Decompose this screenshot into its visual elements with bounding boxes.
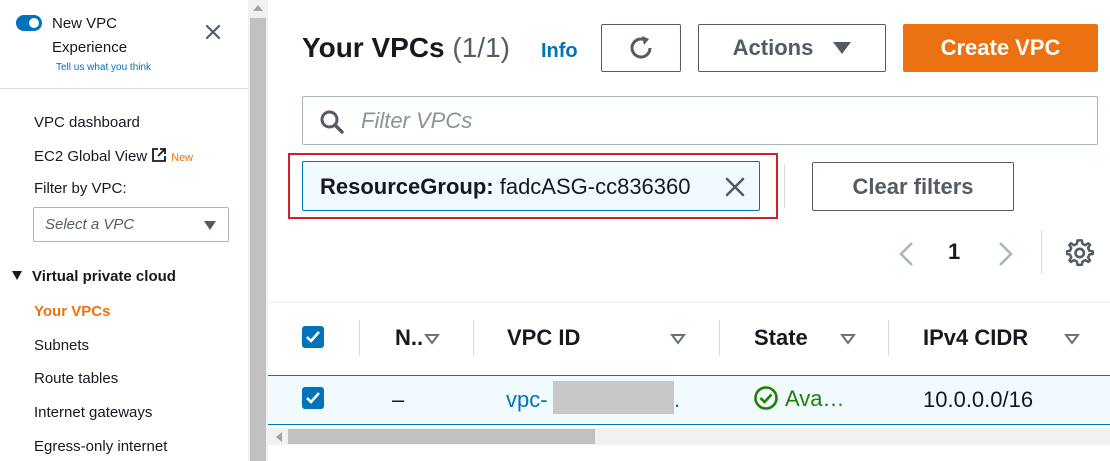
table-horizontal-scrollbar[interactable] (268, 428, 1110, 445)
column-divider (888, 320, 889, 356)
pager-divider (1041, 230, 1042, 274)
actions-label: Actions (732, 35, 814, 60)
remove-filter-icon[interactable] (723, 175, 747, 199)
search-icon (320, 110, 344, 134)
filter-by-vpc-label: Filter by VPC: (34, 180, 127, 197)
filter-token-value: fadcASG-cc836360 (499, 174, 691, 199)
cell-vpc-id-link[interactable]: vpc- (506, 387, 548, 413)
sort-icon[interactable] (424, 333, 440, 345)
cell-vpc-id-suffix: . (674, 387, 681, 412)
search-input[interactable] (361, 107, 1061, 135)
table-top-border (268, 302, 1110, 303)
redacted-vpc-id (553, 381, 674, 414)
clear-filters-button[interactable]: Clear filters (812, 162, 1014, 211)
cell-name: – (392, 387, 405, 412)
filter-search-box[interactable] (302, 96, 1098, 145)
nav-egress-only-internet[interactable]: Egress-only internet (34, 438, 167, 455)
page-title: Your VPCs (1/1) (302, 32, 510, 64)
nav-internet-gateways[interactable]: Internet gateways (34, 404, 152, 421)
section-virtual-private-cloud[interactable]: Virtual private cloud (12, 268, 176, 285)
column-divider (473, 320, 474, 356)
refresh-icon (630, 36, 652, 59)
section-title: Virtual private cloud (32, 268, 176, 285)
nav-ec2-global-view[interactable]: EC2 Global View (34, 148, 147, 165)
sidebar: New VPC Experience Tell us what you thin… (0, 0, 248, 461)
caret-down-icon (12, 271, 22, 280)
page-number[interactable]: 1 (948, 239, 960, 265)
filter-token: ResourceGroup: fadcASG-cc836360 (302, 161, 760, 211)
nav-route-tables[interactable]: Route tables (34, 370, 118, 387)
scrollbar-thumb[interactable] (250, 18, 266, 461)
select-all-checkbox[interactable] (302, 326, 324, 348)
chevron-left-icon[interactable] (895, 240, 917, 268)
check-icon (306, 392, 320, 404)
nav-ec2-global-view-row: EC2 Global View New (34, 147, 193, 165)
sort-icon[interactable] (840, 333, 856, 345)
sort-icon[interactable] (670, 333, 686, 345)
new-experience-label: New VPC Experience (52, 15, 128, 56)
scroll-up-arrow-icon[interactable] (253, 5, 263, 11)
feedback-link[interactable]: Tell us what you think (56, 62, 151, 73)
filter-divider (784, 164, 785, 208)
column-divider (719, 320, 720, 356)
external-link-icon (152, 148, 167, 162)
vpc-count: (1/1) (452, 32, 510, 63)
nav-vpc-dashboard[interactable]: VPC dashboard (34, 114, 140, 131)
filter-token-text: ResourceGroup: fadcASG-cc836360 (320, 174, 691, 200)
sidebar-scrollbar[interactable] (248, 0, 268, 461)
vpc-select-placeholder: Select a VPC (45, 216, 135, 233)
settings-icon[interactable] (1066, 239, 1094, 267)
new-experience-toggle[interactable] (16, 15, 42, 31)
cell-ipv4-cidr: 10.0.0.0/16 (923, 387, 1034, 412)
actions-button[interactable]: Actions (698, 24, 886, 72)
sidebar-divider (0, 88, 248, 89)
close-icon[interactable] (203, 22, 223, 42)
check-icon (306, 331, 320, 343)
row-checkbox[interactable] (302, 387, 324, 409)
scroll-left-arrow-icon[interactable] (276, 432, 282, 442)
info-link[interactable]: Info (541, 40, 578, 63)
caret-down-icon (204, 221, 216, 230)
cell-state: Ava… (753, 385, 845, 412)
create-vpc-button[interactable]: Create VPC (903, 24, 1098, 72)
column-header-name[interactable]: N.. (395, 325, 423, 351)
page-title-text: Your VPCs (302, 32, 445, 63)
status-available-icon (754, 386, 778, 410)
nav-subnets[interactable]: Subnets (34, 337, 89, 354)
main-content: Your VPCs (1/1) Info Actions Create VPC … (268, 0, 1110, 461)
new-badge: New (171, 152, 194, 164)
vpc-filter-select[interactable]: Select a VPC (33, 207, 229, 242)
caret-down-icon (833, 42, 852, 54)
horizontal-scrollbar-thumb[interactable] (288, 429, 595, 444)
nav-your-vpcs[interactable]: Your VPCs (34, 303, 110, 320)
column-header-ipv4-cidr[interactable]: IPv4 CIDR (923, 325, 1028, 351)
refresh-button[interactable] (601, 24, 681, 72)
filter-token-key: ResourceGroup: (320, 174, 494, 199)
chevron-right-icon[interactable] (995, 240, 1017, 268)
column-header-state[interactable]: State (754, 325, 808, 351)
column-header-vpc-id[interactable]: VPC ID (507, 325, 580, 351)
cell-state-text: Ava… (785, 386, 845, 411)
column-divider (359, 320, 360, 356)
sort-icon[interactable] (1064, 333, 1080, 345)
